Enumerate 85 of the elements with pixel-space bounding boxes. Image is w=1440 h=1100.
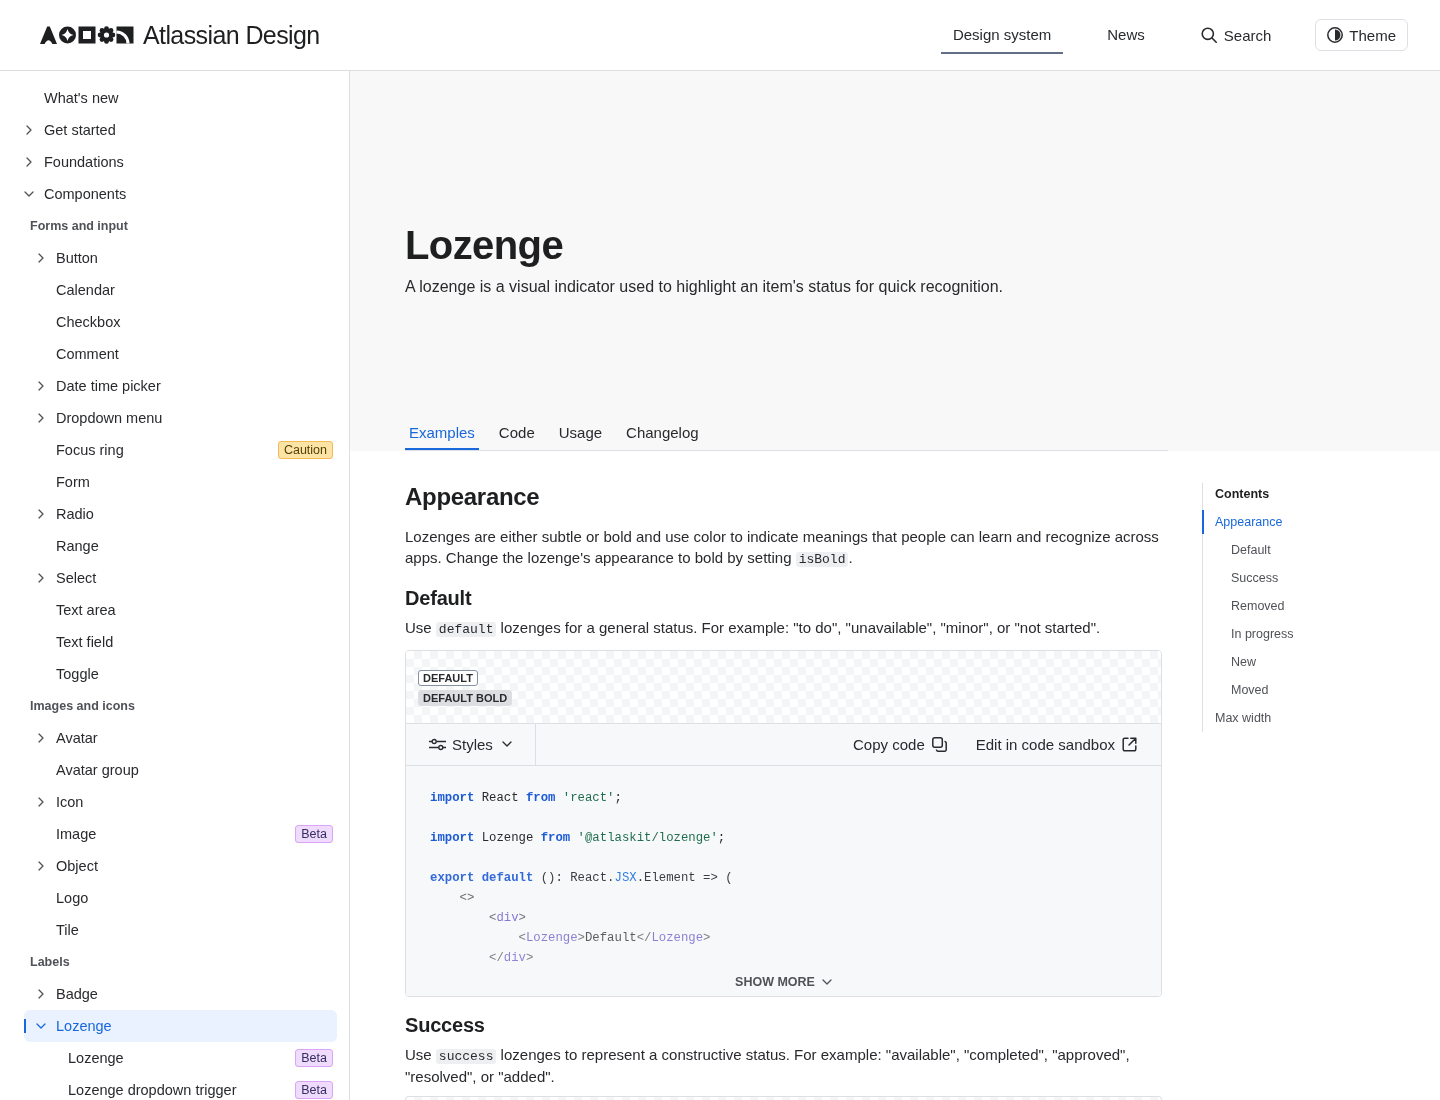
- sliders-icon: [429, 737, 446, 751]
- sidebar-item[interactable]: Focus ring Caution: [24, 434, 337, 466]
- lozenge: DEFAULT BOLD: [418, 689, 513, 706]
- theme-button[interactable]: Theme: [1315, 19, 1408, 51]
- code-line: <Lozenge>Default</Lozenge>: [517, 929, 711, 947]
- search-button[interactable]: Search: [1188, 26, 1284, 44]
- body-text: Use success lozenges to represent a constructive status. For example: "available", "completed", "approved", "resolved", or "added".: [405, 1044, 1131, 1087]
- sidebar-item[interactable]: Get started: [24, 114, 337, 146]
- copy-icon: [931, 736, 947, 752]
- sidebar-item[interactable]: Object: [24, 850, 337, 882]
- contrast-icon: [1327, 27, 1344, 43]
- inline-code: success: [435, 1048, 497, 1064]
- sidebar-item[interactable]: Lozenge dropdown trigger Beta: [24, 1074, 337, 1100]
- nav-link[interactable]: Design system: [940, 16, 1064, 54]
- code-line: <div>: [488, 909, 526, 927]
- tab[interactable]: Examples: [405, 415, 479, 450]
- code-line: export default (): React.JSX.Element => (: [430, 869, 733, 887]
- sidebar-item[interactable]: Toggle: [24, 658, 337, 690]
- tab[interactable]: Changelog: [622, 415, 703, 450]
- code-line: import Lozenge from '@atlaskit/lozenge';: [430, 829, 726, 847]
- sidebar-item[interactable]: Select: [24, 562, 337, 594]
- sidebar-item[interactable]: Calendar: [24, 274, 337, 306]
- contents-link[interactable]: New: [1203, 648, 1294, 676]
- sidebar-item[interactable]: Comment: [24, 338, 337, 370]
- sidebar-item[interactable]: Badge: [24, 978, 337, 1010]
- code-line: </div>: [488, 949, 534, 967]
- contents-heading: Contents: [1214, 486, 1271, 503]
- subsection-title: Default: [405, 586, 472, 610]
- nav-link[interactable]: News: [1095, 16, 1157, 54]
- section-heading: Forms and input: [29, 218, 129, 235]
- code-line: import React from 'react';: [430, 789, 622, 807]
- sidebar-item[interactable]: Text area: [24, 594, 337, 626]
- sidebar-item[interactable]: Range: [24, 530, 337, 562]
- show-more-button[interactable]: SHOW MORE: [735, 974, 832, 989]
- sidebar-item[interactable]: Dropdown menu: [24, 402, 337, 434]
- sidebar-item[interactable]: What's new: [24, 82, 337, 114]
- sidebar-item[interactable]: Avatar group: [24, 754, 337, 786]
- tab[interactable]: Code: [494, 415, 539, 450]
- status-tag: Beta: [295, 1049, 333, 1067]
- status-tag: Beta: [295, 825, 333, 843]
- sidebar-item[interactable]: Radio: [24, 498, 337, 530]
- sidebar-item[interactable]: Checkbox: [24, 306, 337, 338]
- chevron-down-icon: [501, 741, 512, 747]
- contents-link[interactable]: Removed: [1203, 592, 1294, 620]
- sidebar-item[interactable]: Text field: [24, 626, 337, 658]
- sidebar-item[interactable]: Button: [24, 242, 337, 274]
- page-description: A lozenge is a visual indicator used to highlight an item's status for quick recognition.: [405, 277, 1004, 297]
- contents-link[interactable]: Moved: [1203, 676, 1294, 704]
- section-heading: Images and icons: [29, 698, 136, 715]
- status-tag: Beta: [295, 1081, 333, 1099]
- styles-dropdown[interactable]: Styles: [429, 723, 512, 765]
- inline-code: default: [435, 622, 497, 637]
- sidebar-item[interactable]: Image Beta: [24, 818, 337, 850]
- sidebar-item[interactable]: Lozenge: [24, 1010, 337, 1042]
- section-heading: Labels: [29, 954, 71, 971]
- logo-mark-icon: [40, 26, 134, 44]
- page-title: Lozenge: [405, 222, 564, 269]
- contents-link[interactable]: Max width: [1203, 704, 1294, 732]
- sidebar-item[interactable]: Logo: [24, 882, 337, 914]
- subsection-title: Success: [405, 1012, 485, 1037]
- copy-code-button[interactable]: Copy code: [853, 723, 947, 765]
- home-logo-link[interactable]: Atlassian Design: [40, 20, 320, 50]
- contents-link[interactable]: Success: [1203, 564, 1294, 592]
- contents-link[interactable]: In progress: [1203, 620, 1294, 648]
- sidebar-item[interactable]: Avatar: [24, 722, 337, 754]
- sidebar-item[interactable]: Tile: [24, 914, 337, 946]
- chevron-down-icon: [821, 978, 832, 985]
- sandbox-link[interactable]: Edit in code sandbox: [975, 723, 1137, 765]
- sidebar-item[interactable]: Lozenge Beta: [24, 1042, 337, 1074]
- tab[interactable]: Usage: [554, 415, 607, 450]
- body-text: Use default lozenges for a general status. For example: "to do", "unavailable", "minor", or "not started".: [405, 618, 1102, 639]
- status-tag: Caution: [277, 441, 333, 459]
- external-link-icon: [1122, 736, 1137, 752]
- sidebar-item[interactable]: Components: [24, 178, 337, 210]
- search-icon: [1200, 27, 1217, 43]
- code-line: <>: [458, 889, 475, 907]
- sidebar-item[interactable]: Icon: [24, 786, 337, 818]
- section-title: Appearance: [405, 483, 540, 511]
- sidebar-item[interactable]: Foundations: [24, 146, 337, 178]
- inline-code: isBold: [795, 551, 849, 567]
- contents-link[interactable]: Default: [1203, 536, 1294, 564]
- sidebar-item[interactable]: Date time picker: [24, 370, 337, 402]
- lozenge: DEFAULT: [418, 669, 478, 686]
- sidebar-item[interactable]: Form: [24, 466, 337, 498]
- body-text: Lozenges are either subtle or bold and use color to indicate meanings that people can learn and recognize across apps. Change the lozenge's appearance to bold by setting isBold .: [405, 527, 1160, 569]
